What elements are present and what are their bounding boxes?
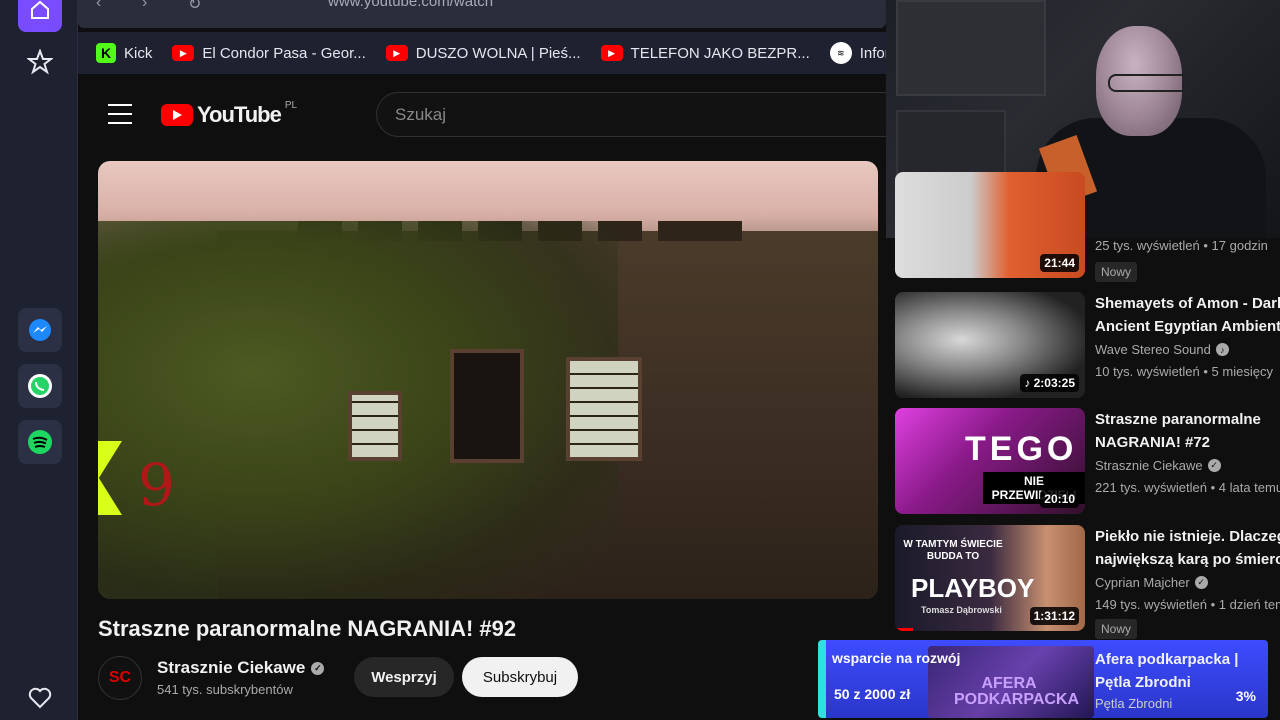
youtube-wordmark: YouTube xyxy=(197,102,282,127)
watch-progress xyxy=(895,628,913,631)
kick-icon: K xyxy=(96,43,116,63)
webcam-person xyxy=(1108,74,1190,92)
channel-name[interactable]: Strasznie Ciekawe ✓ xyxy=(1095,458,1221,473)
home-icon[interactable] xyxy=(18,0,62,32)
menu-icon[interactable] xyxy=(108,104,132,124)
list-item[interactable]: W TAMTYM ŚWIECIE BUDDA TO PLAYBOY Tomasz… xyxy=(895,525,1280,639)
video-player[interactable]: 9 xyxy=(98,161,878,599)
url-text[interactable]: www.youtube.com/watch xyxy=(328,0,493,10)
battlement xyxy=(698,221,742,241)
youtube-icon: ▶ xyxy=(600,45,623,61)
bookmark-el-condor[interactable]: ▶ El Condor Pasa - Geor... xyxy=(172,44,366,62)
channel-row: SC Strasznie Ciekawe ✓ 541 tys. subskryb… xyxy=(98,654,878,702)
bookmark-telefon[interactable]: ▶ TELEFON JAKO BEZPR... xyxy=(600,44,810,62)
thumbnail-text: Tomasz Dąbrowski xyxy=(921,605,1002,615)
play-icon xyxy=(161,104,193,126)
list-item[interactable]: ♪ 2:03:25 Shemayets of Amon - Dark Ancien… xyxy=(895,292,1280,402)
spotify-icon: ≋ xyxy=(829,42,852,64)
thumbnail-text: TEGO xyxy=(965,430,1078,468)
thumbnail[interactable]: 21:44 xyxy=(895,172,1085,278)
bookmark-label: Kick xyxy=(124,44,153,62)
new-badge: Nowy xyxy=(1095,262,1138,282)
thumbnail-text: PLAYBOY xyxy=(911,573,1035,603)
duration-badge: 21:44 xyxy=(1040,254,1079,272)
browser-sidebar xyxy=(0,0,78,720)
bookmark-label: DUSZO WOLNA | Pieś... xyxy=(415,44,581,62)
battlement xyxy=(658,221,702,241)
subscriber-count: 541 tys. subskrybentów xyxy=(157,682,293,697)
video-frame-window xyxy=(450,349,524,463)
bookmark-label: TELEFON JAKO BEZPR... xyxy=(630,44,810,62)
bookmarks-bar: K Kick ▶ El Condor Pasa - Geor... ▶ DUSZ… xyxy=(78,32,886,74)
search-input[interactable]: Szukaj xyxy=(376,92,896,137)
video-meta: 25 tys. wyświetleń • 17 godzin xyxy=(1095,238,1268,253)
bookmark-label: Inform xyxy=(859,44,886,62)
video-title: Straszne paranormalne NAGRANIA! #92 xyxy=(98,616,517,641)
video-title[interactable]: Straszne paranormalne NAGRANIA! #72 xyxy=(1095,408,1280,454)
video-title[interactable]: Piekło nie istnieje. Dlaczego największą … xyxy=(1095,525,1280,571)
reload-icon[interactable]: ↻ xyxy=(188,0,201,14)
bookmark-kick[interactable]: K Kick xyxy=(96,43,152,63)
video-frame-window xyxy=(348,391,402,461)
bookmark-duszo-wolna[interactable]: ▶ DUSZO WOLNA | Pieś... xyxy=(385,44,581,62)
youtube-header: YouTube PL Szukaj xyxy=(78,78,896,152)
video-frame-window xyxy=(566,357,642,461)
verified-icon: ♪ xyxy=(1215,343,1229,356)
channel-name[interactable]: Strasznie Ciekawe ✓ xyxy=(157,658,325,678)
channel-name[interactable]: Wave Stereo Sound ♪ xyxy=(1095,342,1229,357)
thumbnail[interactable]: W TAMTYM ŚWIECIE BUDDA TO PLAYBOY Tomasz… xyxy=(895,525,1085,631)
video-meta: 149 tys. wyświetleń • 1 dzień temu xyxy=(1095,597,1280,612)
avatar[interactable]: SC xyxy=(98,656,142,700)
address-bar[interactable]: ‹ › ↻ www.youtube.com/watch xyxy=(78,0,886,28)
youtube-icon: ▶ xyxy=(172,45,195,61)
verified-icon: ✓ xyxy=(311,661,325,675)
youtube-logo[interactable]: YouTube PL xyxy=(161,99,298,128)
duration-badge: 1:31:12 xyxy=(1029,607,1079,625)
support-button[interactable]: Wesprzyj xyxy=(354,657,454,697)
video-meta: 221 tys. wyświetleń • 4 lata temu xyxy=(1095,480,1280,495)
thumbnail-text: W TAMTYM ŚWIECIE BUDDA TO xyxy=(903,539,1003,562)
back-icon[interactable]: ‹ xyxy=(96,0,101,12)
thumbnail[interactable]: TEGO NIE PRZEWIDZIELI 20:10 xyxy=(895,408,1085,514)
heart-icon[interactable] xyxy=(18,676,62,720)
list-item[interactable]: TEGO NIE PRZEWIDZIELI 20:10 Straszne par… xyxy=(895,408,1280,518)
youtube-page: YouTube PL Szukaj 9 Straszne paranormaln… xyxy=(78,78,896,720)
donation-goal-text: wsparcie na rozwój xyxy=(832,650,961,666)
webcam-background xyxy=(896,0,1046,96)
list-item[interactable]: 21:44 25 tys. wyświetleń • 17 godzin Now… xyxy=(895,172,1280,282)
thumbnail[interactable]: ♪ 2:03:25 xyxy=(895,292,1085,398)
channel-name[interactable]: Cyprian Majcher ✓ xyxy=(1095,575,1208,590)
star-icon[interactable] xyxy=(18,40,62,84)
spotify-icon[interactable] xyxy=(18,420,62,464)
donation-overlay: AFERA PODKARPACKA wsparcie na rozwój 50 … xyxy=(818,640,1268,718)
video-meta: 10 tys. wyświetleń • 5 miesięcy xyxy=(1095,364,1273,379)
screen: ‹ › ↻ www.youtube.com/watch K Kick ▶ El … xyxy=(0,0,1280,720)
channel-name-text: Strasznie Ciekawe xyxy=(157,658,306,677)
thumbnail-text: AFERA PODKARPACKA xyxy=(954,675,1080,708)
bookmark-inform[interactable]: ≋ Inform xyxy=(829,42,886,64)
youtube-icon: ▶ xyxy=(385,45,408,61)
verified-icon: ✓ xyxy=(1194,576,1208,589)
duration-badge: ♪ 2:03:25 xyxy=(1020,374,1079,392)
duration-badge: 20:10 xyxy=(1040,490,1079,508)
k-logo-number: 9 xyxy=(138,451,175,519)
forward-icon[interactable]: › xyxy=(142,0,147,12)
bookmark-label: El Condor Pasa - Geor... xyxy=(202,44,366,62)
verified-icon: ✓ xyxy=(1207,459,1221,472)
video-title[interactable]: Afera podkarpacka | Pętla Zbrodni xyxy=(1095,648,1268,694)
region-label: PL xyxy=(284,99,298,111)
new-badge: Nowy xyxy=(1095,619,1138,639)
messenger-icon[interactable] xyxy=(18,308,62,352)
whatsapp-icon[interactable] xyxy=(18,364,62,408)
subscribe-button[interactable]: Subskrybuj xyxy=(462,657,578,697)
donation-amount: 50 z 2000 zł xyxy=(834,686,911,702)
channel-name[interactable]: Pętla Zbrodni xyxy=(1095,696,1172,711)
video-title[interactable]: Shemayets of Amon - Dark Ancient Egyptian… xyxy=(1095,292,1280,338)
